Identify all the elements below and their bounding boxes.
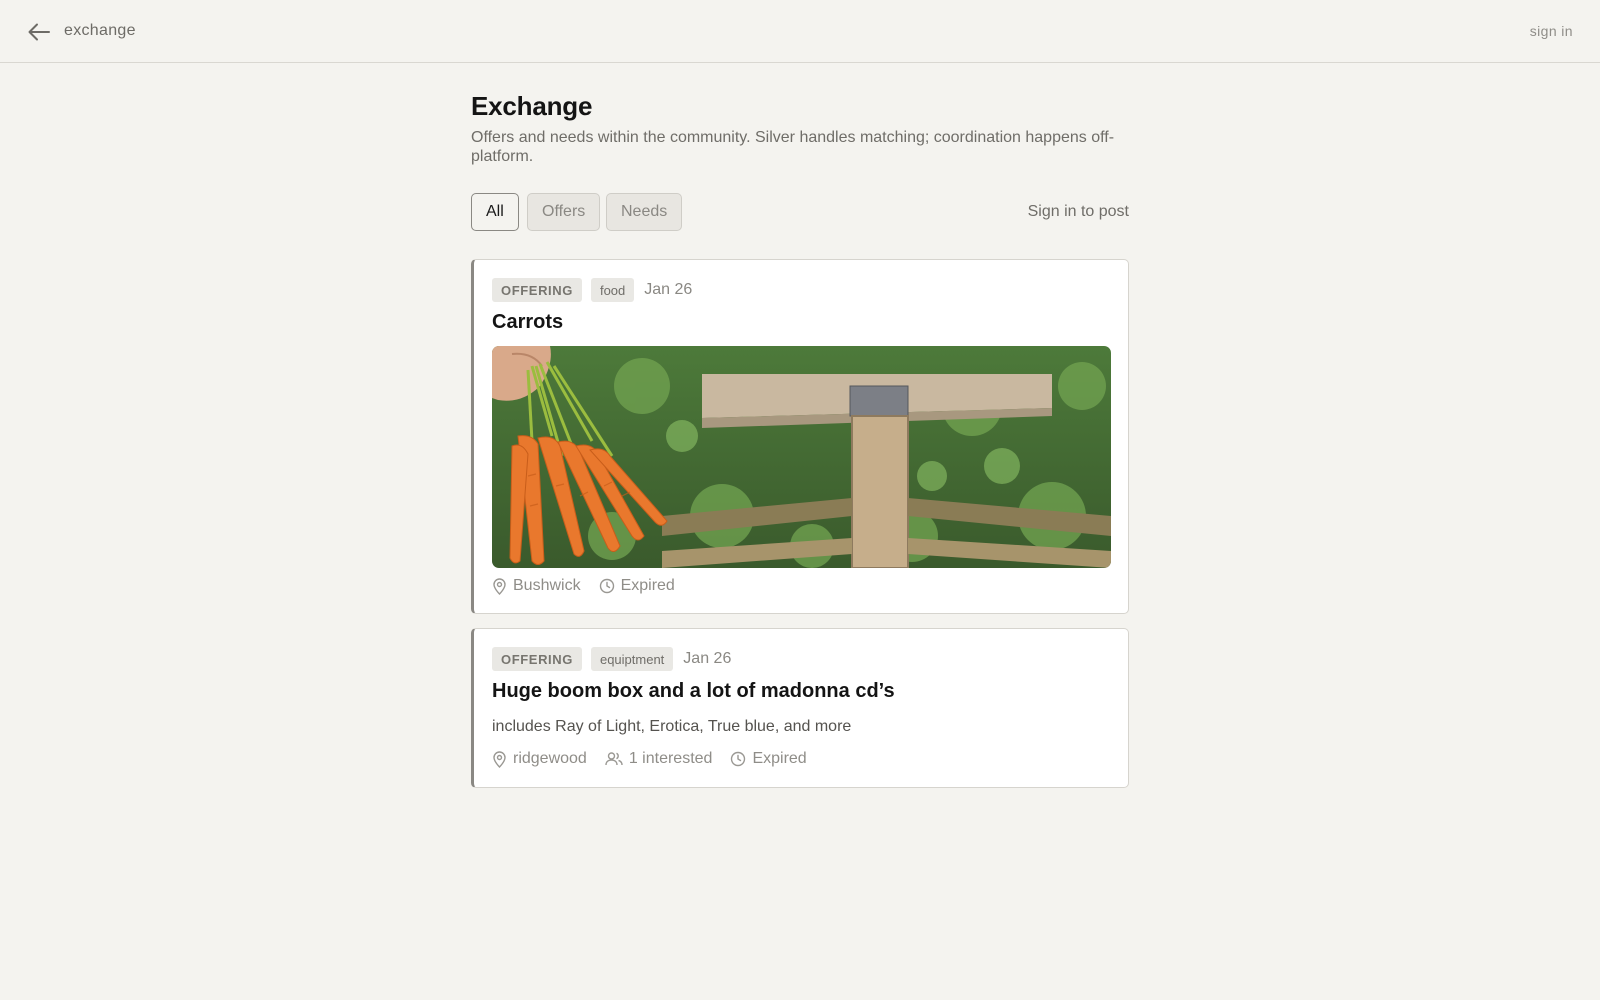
main-content: Exchange Offers and needs within the com… [471,88,1129,231]
listing-footer: ridgewood 1 interested Expired [492,750,825,768]
arrow-left-icon [28,23,50,41]
kind-badge: OFFERING [492,278,582,302]
listing-title: Carrots [492,311,564,333]
category-tag: equiptment [590,647,674,671]
kind-badge: OFFERING [492,647,582,671]
map-pin-icon [493,577,506,595]
listing-date: Jan 26 [644,281,693,298]
filter-bar: All Offers Needs Sign in to post [471,193,1129,231]
back-button[interactable] [26,20,52,44]
listing-title: Huge boom box and a lot of madonna cd’s [492,680,895,702]
sign-in-link[interactable]: sign in [1530,23,1573,39]
sign-in-to-post-link[interactable]: Sign in to post [1028,203,1129,221]
filter-needs-button[interactable]: Needs [606,193,683,231]
page-description: Offers and needs within the community. S… [471,129,1115,165]
filter-offers-button[interactable]: Offers [527,193,601,231]
listing-card[interactable]: OFFERING food Jan 26 Carrots Bushwick Ex… [471,259,1129,614]
listing-footer: Bushwick Expired [492,577,693,595]
status-info: Expired [599,577,675,595]
status-text: Expired [752,750,807,767]
map-pin-icon [493,750,506,768]
category-tag: food [590,278,635,302]
listing-date: Jan 26 [683,650,732,667]
filter-all-button[interactable]: All [471,193,519,231]
clock-icon [731,751,746,767]
clock-icon [599,578,614,594]
breadcrumb: exchange [64,22,136,39]
listing-photo [492,346,1111,568]
listing-meta: OFFERING food Jan 26 [492,278,692,302]
interested-count: 1 interested [628,750,713,767]
listing-card[interactable]: OFFERING equiptment Jan 26 Huge boom box… [471,628,1129,788]
interested-info: 1 interested [605,750,713,768]
listing-meta: OFFERING equiptment Jan 26 [492,647,731,671]
location-text: ridgewood [513,750,587,767]
status-info: Expired [730,750,807,768]
listing-description: includes Ray of Light, Erotica, True blu… [492,718,852,735]
page-title: Exchange [471,91,593,121]
status-text: Expired [620,577,675,594]
location-text: Bushwick [513,577,581,594]
users-icon [605,752,623,766]
top-bar: exchange sign in [0,0,1600,63]
location-info: ridgewood [492,750,587,768]
location-info: Bushwick [492,577,581,595]
